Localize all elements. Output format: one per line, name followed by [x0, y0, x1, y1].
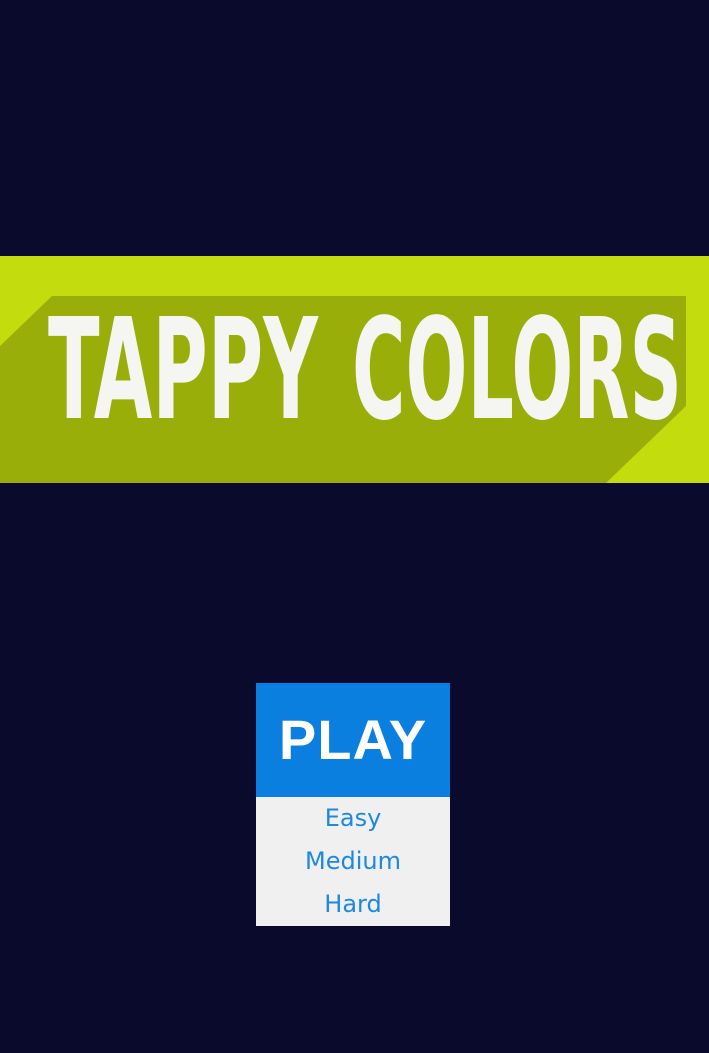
difficulty-medium-button[interactable]: Medium [256, 840, 450, 883]
difficulty-list: Easy Medium Hard [256, 797, 450, 926]
main-menu: PLAY Easy Medium Hard [256, 683, 450, 926]
game-title: TAPPY COLORS [48, 289, 682, 452]
difficulty-hard-button[interactable]: Hard [256, 883, 450, 926]
title-word-colors: COLORS [352, 289, 682, 452]
title-word-tappy: TAPPY [48, 289, 319, 452]
difficulty-easy-button[interactable]: Easy [256, 797, 450, 840]
title-banner: TAPPY COLORS [0, 256, 709, 483]
play-button[interactable]: PLAY [256, 683, 450, 797]
